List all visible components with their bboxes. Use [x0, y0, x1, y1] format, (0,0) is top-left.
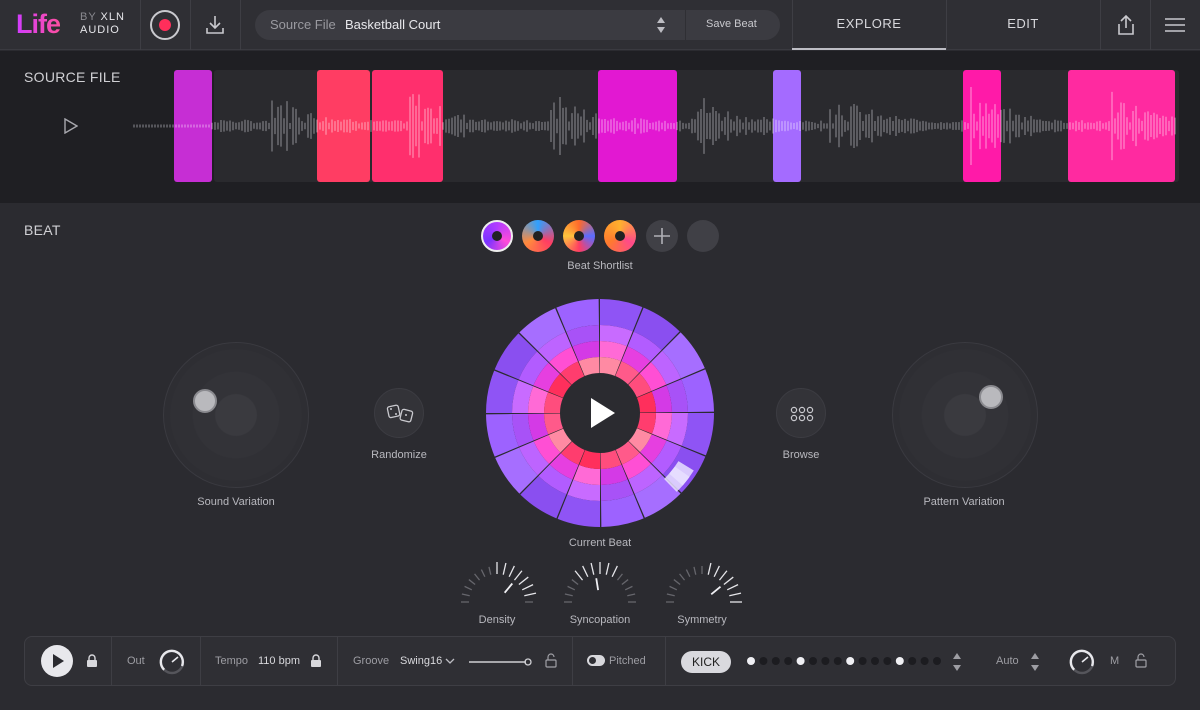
syncopation-label: Syncopation — [569, 614, 631, 626]
divider — [240, 0, 241, 50]
browse-button[interactable] — [776, 388, 826, 438]
play-button[interactable] — [41, 645, 73, 677]
transport-bar: Out Tempo 110 bpm Groove Swing16 Pitched… — [24, 636, 1176, 686]
tempo-lock-icon[interactable] — [310, 654, 322, 668]
divider — [337, 637, 338, 685]
download-icon[interactable] — [203, 13, 227, 37]
pitched-toggle[interactable] — [587, 655, 605, 666]
divider — [200, 637, 201, 685]
logo-brand: BY XLN AUDIO — [80, 11, 125, 36]
kick-volume-knob[interactable] — [1068, 648, 1096, 676]
step-sequencer[interactable] — [745, 655, 945, 667]
tempo-value[interactable]: 110 bpm — [258, 655, 300, 667]
empty-shortlist-slot[interactable] — [687, 220, 719, 252]
sequencer-step[interactable] — [833, 657, 842, 665]
auto-arrows-icon[interactable] — [1029, 651, 1041, 673]
symmetry-label: Symmetry — [677, 614, 727, 626]
sequencer-step[interactable] — [747, 657, 755, 665]
sequencer-step[interactable] — [821, 657, 830, 665]
out-label: Out — [127, 655, 145, 667]
browse-label: Browse — [782, 449, 820, 461]
sequencer-step[interactable] — [809, 657, 817, 665]
source-waveform[interactable] — [130, 68, 1180, 184]
sequencer-step[interactable] — [771, 657, 780, 665]
sequencer-step[interactable] — [933, 657, 941, 665]
divider — [190, 0, 191, 50]
sequencer-step[interactable] — [871, 657, 879, 665]
groove-label: Groove — [353, 655, 390, 667]
beat-title: BEAT — [24, 222, 61, 238]
chevron-down-icon[interactable] — [445, 657, 455, 665]
shortlist-beat-2[interactable] — [522, 220, 554, 252]
sequencer-step[interactable] — [883, 657, 892, 665]
density-label: Density — [478, 614, 516, 626]
divider — [572, 637, 573, 685]
randomize-button[interactable] — [374, 388, 424, 438]
sound-variation-pad[interactable] — [163, 342, 309, 488]
up-down-arrows-icon[interactable] — [655, 14, 667, 36]
divider — [111, 637, 112, 685]
add-beat-button[interactable] — [646, 220, 678, 252]
source-file-title: SOURCE FILE — [24, 69, 121, 85]
sequencer-step[interactable] — [796, 657, 805, 665]
menu-icon[interactable] — [1163, 13, 1187, 37]
sequencer-step[interactable] — [759, 657, 768, 665]
source-file-selector[interactable]: Source File Basketball Court Save Beat — [255, 10, 780, 40]
auto-label: Auto — [996, 655, 1019, 667]
sequencer-step[interactable] — [895, 657, 904, 665]
beat-shortlist-label: Beat Shortlist — [567, 260, 633, 272]
tab-edit[interactable]: EDIT — [946, 0, 1100, 50]
mute-button[interactable]: M — [1110, 655, 1119, 667]
randomize-label: Randomize — [371, 449, 427, 461]
sound-variation-label: Sound Variation — [197, 496, 275, 508]
syncopation-knob[interactable] — [558, 560, 642, 604]
save-beat-button[interactable]: Save Beat — [706, 18, 757, 30]
shortlist-beat-4[interactable] — [604, 220, 636, 252]
up-down-arrows-icon[interactable] — [951, 651, 963, 673]
top-bar: Life BY XLN AUDIO Source File Basketball… — [0, 0, 1200, 50]
grid-dots-icon — [790, 406, 814, 422]
groove-value[interactable]: Swing16 — [400, 655, 442, 667]
plus-icon — [654, 228, 670, 244]
shortlist-beat-3[interactable] — [563, 220, 595, 252]
sequencer-step[interactable] — [920, 657, 929, 665]
kick-button[interactable]: KICK — [681, 651, 731, 673]
pattern-variation-pad[interactable] — [892, 342, 1038, 488]
lock-icon[interactable] — [86, 654, 98, 668]
divider — [665, 637, 666, 685]
source-file-label: Source File — [270, 17, 336, 32]
current-beat-label: Current Beat — [568, 537, 632, 549]
app-logo: Life — [16, 9, 61, 39]
current-beat-wheel[interactable] — [485, 298, 715, 528]
tab-explore[interactable]: EXPLORE — [792, 0, 946, 50]
groove-unlock-icon[interactable] — [545, 653, 557, 668]
source-file-value[interactable]: Basketball Court — [345, 17, 440, 32]
divider — [1100, 0, 1101, 50]
pitched-label: Pitched — [609, 655, 646, 667]
play-icon — [53, 654, 64, 668]
divider — [685, 10, 686, 40]
sequencer-step[interactable] — [908, 657, 917, 665]
divider — [1150, 0, 1151, 50]
record-button[interactable] — [150, 10, 180, 40]
kick-unlock-icon[interactable] — [1135, 653, 1147, 668]
share-icon[interactable] — [1114, 13, 1138, 37]
sequencer-step[interactable] — [784, 657, 793, 665]
pattern-variation-label: Pattern Variation — [923, 496, 1005, 508]
sequencer-step[interactable] — [846, 657, 855, 665]
shortlist-beat-1[interactable] — [481, 220, 513, 252]
density-knob[interactable] — [455, 560, 539, 604]
tempo-label: Tempo — [215, 655, 249, 667]
play-icon[interactable] — [64, 118, 78, 134]
sound-variation-handle[interactable] — [193, 389, 217, 413]
groove-amount-slider[interactable] — [468, 655, 534, 669]
symmetry-knob[interactable] — [660, 560, 744, 604]
output-volume-knob[interactable] — [158, 648, 186, 676]
dice-icon — [386, 404, 414, 423]
pattern-variation-handle[interactable] — [979, 385, 1003, 409]
sequencer-step[interactable] — [858, 657, 867, 665]
divider — [140, 0, 141, 50]
